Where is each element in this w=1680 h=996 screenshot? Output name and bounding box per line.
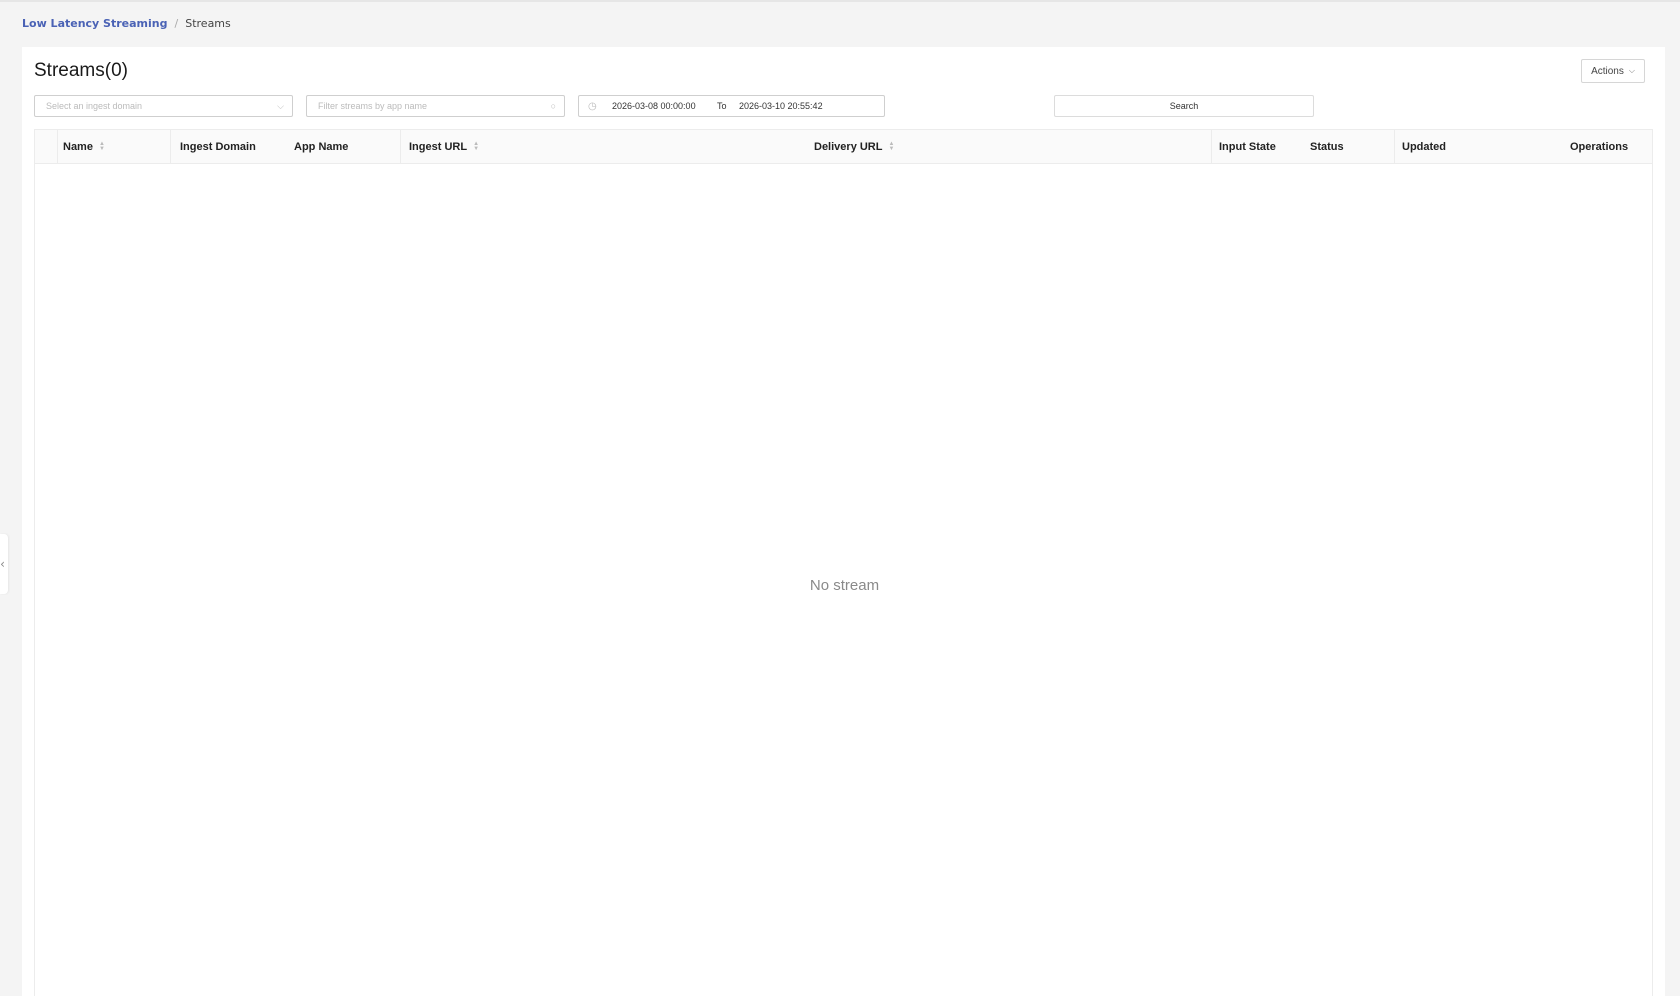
- column-header-name[interactable]: Name ▲ ▼: [63, 130, 105, 164]
- column-divider: [1211, 130, 1212, 164]
- breadcrumb-parent-link[interactable]: Low Latency Streaming: [22, 17, 168, 30]
- actions-dropdown-button[interactable]: Actions ⌵: [1581, 59, 1645, 83]
- date-to-label: To: [717, 101, 727, 111]
- sort-icon[interactable]: ▲ ▼: [473, 141, 479, 152]
- sort-icon[interactable]: ▲ ▼: [888, 141, 894, 152]
- breadcrumb: Low Latency Streaming / Streams: [22, 15, 231, 31]
- empty-state-message: No stream: [809, 577, 880, 594]
- column-label: Updated: [1402, 141, 1446, 153]
- column-header-app-name: App Name: [294, 130, 348, 164]
- search-icon: ○: [550, 101, 556, 111]
- column-label: Ingest URL: [409, 141, 468, 153]
- column-divider: [57, 130, 58, 164]
- column-label: Input State: [1219, 141, 1276, 153]
- top-border: [0, 0, 1680, 2]
- column-header-status: Status: [1310, 130, 1344, 164]
- breadcrumb-current: Streams: [185, 16, 231, 30]
- date-to[interactable]: 2026-03-10 20:55:42: [737, 101, 823, 111]
- sidebar-collapse-toggle[interactable]: ‹: [0, 534, 8, 594]
- column-divider: [1394, 130, 1395, 164]
- breadcrumb-separator: /: [174, 16, 179, 30]
- column-header-input-state: Input State: [1219, 130, 1276, 164]
- column-divider: [400, 130, 401, 164]
- sort-icon[interactable]: ▲ ▼: [99, 141, 105, 152]
- date-range-picker[interactable]: ◷ 2026-03-08 00:00:00 To 2026-03-10 20:5…: [578, 95, 885, 117]
- column-label: Status: [1310, 141, 1344, 153]
- column-header-updated: Updated: [1402, 130, 1446, 164]
- column-label: Ingest Domain: [180, 141, 256, 153]
- column-label: Delivery URL: [814, 141, 883, 153]
- column-header-delivery-url[interactable]: Delivery URL ▲ ▼: [814, 130, 894, 164]
- page-title: Streams(0): [34, 60, 128, 81]
- streams-panel: Streams(0) Actions ⌵ Select an ingest do…: [22, 47, 1665, 996]
- ingest-domain-select[interactable]: Select an ingest domain ⌵: [34, 95, 293, 117]
- chevron-down-icon: ⌵: [1628, 66, 1635, 75]
- column-label: Name: [63, 141, 93, 153]
- chevron-left-icon: ‹: [0, 557, 5, 571]
- actions-label: Actions: [1591, 65, 1624, 77]
- column-label: Operations: [1570, 141, 1629, 153]
- column-label: App Name: [294, 141, 349, 153]
- column-divider: [170, 130, 171, 164]
- table-header: Name ▲ ▼ Ingest Domain App Name Ingest UR…: [35, 130, 1652, 164]
- clock-icon: ◷: [588, 100, 597, 112]
- search-button[interactable]: Search: [1054, 95, 1314, 117]
- ingest-domain-placeholder: Select an ingest domain: [46, 101, 143, 111]
- app-name-placeholder: Filter streams by app name: [318, 101, 428, 111]
- date-from[interactable]: 2026-03-08 00:00:00: [612, 101, 717, 111]
- chevron-down-icon: ⌵: [277, 100, 284, 111]
- streams-table: Name ▲ ▼ Ingest Domain App Name Ingest UR…: [34, 129, 1653, 996]
- app-name-filter-input[interactable]: Filter streams by app name ○: [306, 95, 565, 117]
- column-header-ingest-domain: Ingest Domain: [180, 130, 256, 164]
- column-header-ingest-url[interactable]: Ingest URL ▲ ▼: [409, 130, 479, 164]
- column-header-operations: Operations: [1570, 130, 1628, 164]
